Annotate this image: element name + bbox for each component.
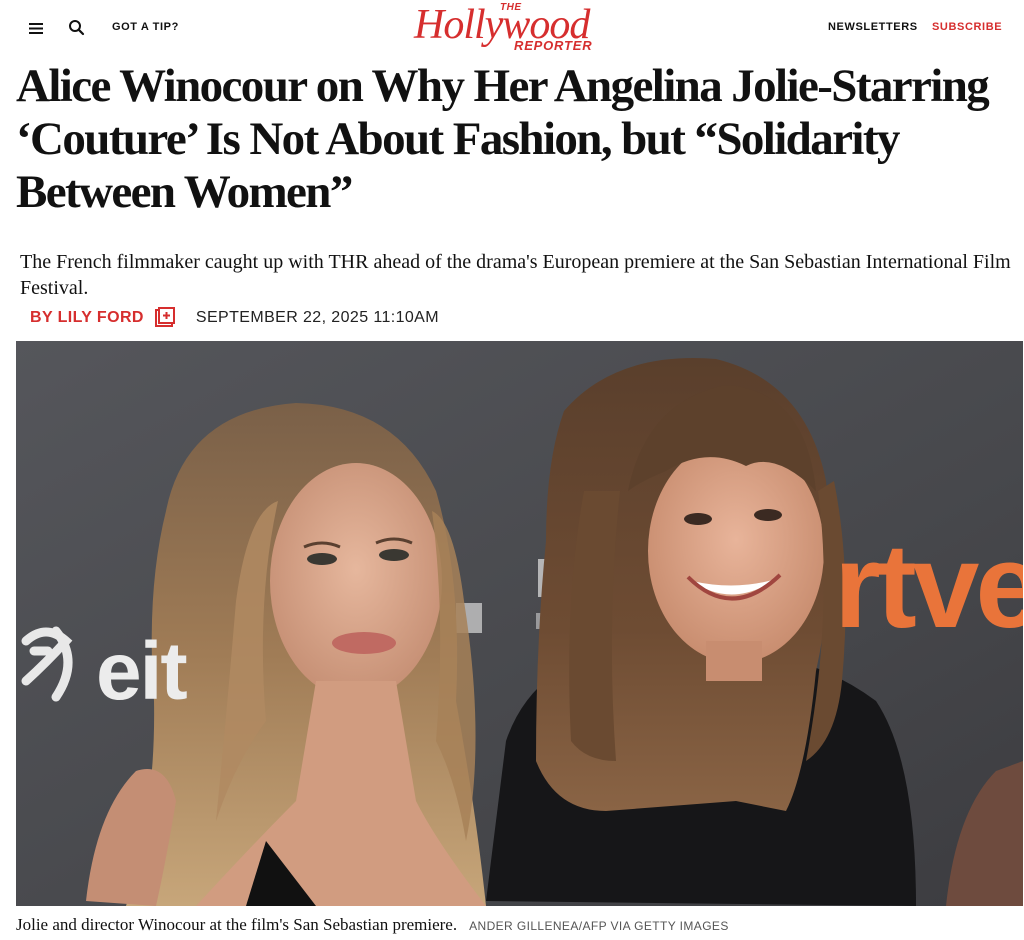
site-logo[interactable]: Hollywood THE REPORTER xyxy=(410,0,624,58)
subscribe-link[interactable]: SUBSCRIBE xyxy=(932,21,1002,33)
photo-caption: Jolie and director Winocour at the film'… xyxy=(16,915,458,934)
rtve-backdrop-logo: rtve xyxy=(834,519,1023,653)
photo-credit: ANDER GILLENEA/AFP VIA GETTY IMAGES xyxy=(469,919,729,933)
newsletters-link[interactable]: NEWSLETTERS xyxy=(828,21,918,33)
got-a-tip-link[interactable]: GOT A TIP? xyxy=(112,21,179,33)
photo-caption-row: Jolie and director Winocour at the film'… xyxy=(16,915,729,935)
author-bio-icon[interactable] xyxy=(154,307,176,329)
site-header: GOT A TIP? Hollywood THE REPORTER NEWSLE… xyxy=(0,0,1024,58)
hamburger-menu-icon[interactable] xyxy=(26,18,46,38)
logo-the: THE xyxy=(500,2,522,13)
byline-row: BY LILY FORD SEPTEMBER 22, 2025 11:10AM xyxy=(30,305,439,331)
hero-photo: rtve eit xyxy=(16,341,1023,906)
eitb-backdrop-logo: eit xyxy=(96,626,188,717)
author-link[interactable]: BY LILY FORD xyxy=(30,309,144,327)
publish-date: SEPTEMBER 22, 2025 11:10AM xyxy=(195,309,439,326)
article-headline: Alice Winocour on Why Her Angelina Jolie… xyxy=(16,60,990,218)
search-icon[interactable] xyxy=(66,17,88,39)
logo-reporter: REPORTER xyxy=(514,38,593,53)
article-dek: The French filmmaker caught up with THR … xyxy=(20,251,1011,299)
